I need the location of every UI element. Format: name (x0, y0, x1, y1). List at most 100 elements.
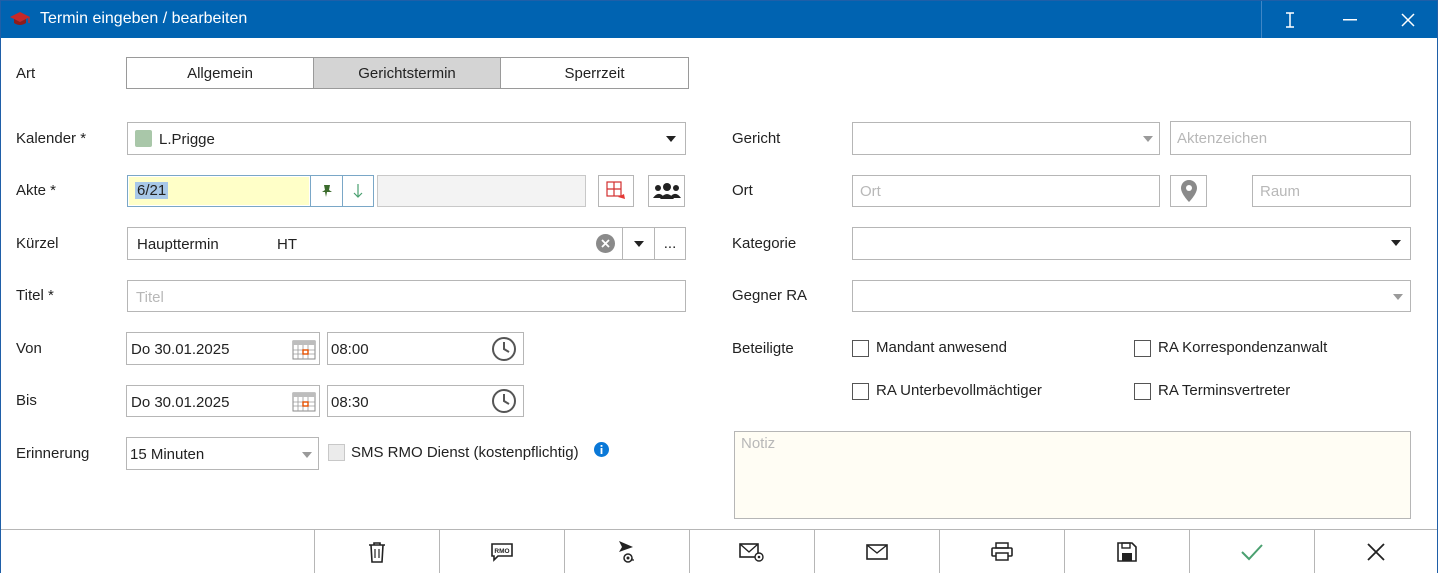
ra-terminsvertreter-label: RA Terminsvertreter (1158, 382, 1291, 399)
tab-sperrzeit[interactable]: Sperrzeit (500, 57, 689, 89)
gegner-label: Gegner RA (732, 287, 808, 304)
minimize-icon (1343, 18, 1357, 20)
tab-gerichtstermin[interactable]: Gerichtstermin (313, 57, 501, 89)
print-button[interactable] (939, 530, 1064, 573)
calendar-icon[interactable] (292, 390, 316, 412)
aktenzeichen-input[interactable]: Aktenzeichen (1170, 121, 1411, 155)
bis-date-input[interactable]: Do 30.01.2025 (126, 385, 320, 417)
send-at-icon (619, 541, 634, 563)
von-label: Von (16, 340, 42, 357)
bis-time-value: 08:30 (331, 394, 369, 411)
calendar-icon[interactable] (292, 338, 316, 360)
von-date-value: Do 30.01.2025 (131, 341, 230, 358)
kalender-label: Kalender * (16, 130, 87, 147)
mandant-anwesend-checkbox[interactable] (852, 340, 869, 357)
clock-icon[interactable] (491, 336, 517, 362)
akte-input[interactable]: 6/21 (127, 175, 374, 207)
more-label: ... (663, 235, 677, 252)
info-icon[interactable] (594, 442, 609, 457)
app-graduation-cap-icon (10, 12, 30, 25)
kuerzel-dropdown-button[interactable] (622, 227, 655, 260)
delete-icon (369, 542, 385, 563)
title-bar: Termin eingeben / bearbeiten (1, 1, 1437, 38)
von-time-value: 08:00 (331, 341, 369, 358)
art-label: Art (16, 65, 36, 82)
ort-input[interactable]: Ort (852, 175, 1160, 207)
titel-label: Titel * (16, 287, 54, 304)
rmo-sms-button[interactable]: RMO (439, 530, 564, 573)
kuerzel-more-button[interactable]: ... (654, 227, 686, 260)
akte-description-field (377, 175, 586, 207)
clear-button[interactable] (596, 234, 615, 253)
erinnerung-label: Erinnerung (16, 445, 90, 462)
clock-icon[interactable] (491, 388, 517, 414)
chevron-down-icon (634, 241, 644, 247)
confirm-button[interactable] (1189, 530, 1314, 573)
send-at-button[interactable] (564, 530, 689, 573)
delete-button[interactable] (314, 530, 439, 573)
close-icon (1401, 12, 1415, 27)
users-icon (652, 183, 681, 199)
ra-unterbevollmaechtiger-label: RA Unterbevollmächtiger (876, 382, 1042, 399)
titel-input[interactable]: Titel (127, 280, 686, 312)
clear-icon (601, 239, 610, 248)
bis-label: Bis (16, 392, 37, 409)
gegner-select[interactable] (852, 280, 1411, 312)
save-icon (1117, 542, 1137, 562)
notiz-textarea[interactable]: Notiz (734, 431, 1411, 519)
email-attach-button[interactable] (689, 530, 814, 573)
von-date-input[interactable]: Do 30.01.2025 (126, 332, 320, 365)
chevron-down-icon (302, 452, 312, 458)
akte-label: Akte * (16, 182, 57, 199)
chevron-down-icon (1393, 294, 1403, 300)
ort-label: Ort (732, 182, 753, 199)
arrow-down-icon (353, 184, 363, 198)
akte-participants-button[interactable] (648, 175, 685, 207)
gericht-select[interactable] (852, 122, 1160, 155)
appointment-dialog: Termin eingeben / bearbeiten Art Allgeme… (0, 0, 1438, 573)
location-button[interactable] (1170, 175, 1207, 207)
map-pin-icon (1180, 180, 1197, 202)
notiz-placeholder: Notiz (741, 435, 776, 452)
text-cursor-button[interactable] (1261, 1, 1319, 38)
chevron-down-icon (1143, 136, 1153, 142)
minimize-button[interactable] (1321, 1, 1379, 38)
kuerzel-input[interactable]: Haupttermin HT (127, 227, 623, 260)
raum-placeholder: Raum (1260, 183, 1301, 200)
ra-korrespondenzanwalt-checkbox[interactable] (1134, 340, 1151, 357)
window-title: Termin eingeben / bearbeiten (40, 10, 248, 27)
akte-grid-button[interactable] (598, 175, 634, 207)
bis-time-input[interactable]: 08:30 (327, 385, 524, 417)
raum-input[interactable]: Raum (1252, 175, 1411, 207)
sms-checkbox[interactable] (328, 444, 345, 461)
erinnerung-value: 15 Minuten (130, 446, 205, 463)
akte-down-button[interactable] (342, 176, 373, 206)
kuerzel-code: HT (277, 236, 297, 253)
kuerzel-name: Haupttermin (137, 236, 219, 253)
confirm-icon (1241, 544, 1263, 561)
titel-placeholder: Titel (136, 289, 164, 306)
chevron-down-icon (1391, 240, 1401, 246)
kalender-value: L.Prigge (159, 131, 215, 148)
pin-icon (321, 185, 332, 197)
kategorie-select[interactable] (852, 227, 1411, 260)
bottom-toolbar: RMO (1, 529, 1437, 573)
save-button[interactable] (1064, 530, 1189, 573)
tab-label: Sperrzeit (564, 64, 625, 82)
ra-unterbevollmaechtiger-checkbox[interactable] (852, 383, 869, 400)
gericht-label: Gericht (732, 130, 781, 147)
cancel-icon (1367, 543, 1385, 561)
kalender-select[interactable]: L.Prigge (127, 122, 686, 155)
email-button[interactable] (814, 530, 939, 573)
von-time-input[interactable]: 08:00 (327, 332, 524, 365)
erinnerung-select[interactable]: 15 Minuten (126, 437, 319, 470)
rmo-sms-icon: RMO (491, 543, 513, 562)
akte-pin-button[interactable] (310, 176, 342, 206)
aktenzeichen-placeholder: Aktenzeichen (1177, 130, 1268, 147)
cancel-button[interactable] (1314, 530, 1437, 573)
close-button[interactable] (1379, 1, 1437, 38)
grid-edit-icon (606, 181, 625, 199)
ra-terminsvertreter-checkbox[interactable] (1134, 383, 1151, 400)
tab-allgemein[interactable]: Allgemein (126, 57, 314, 89)
beteiligte-label: Beteiligte (732, 340, 794, 357)
